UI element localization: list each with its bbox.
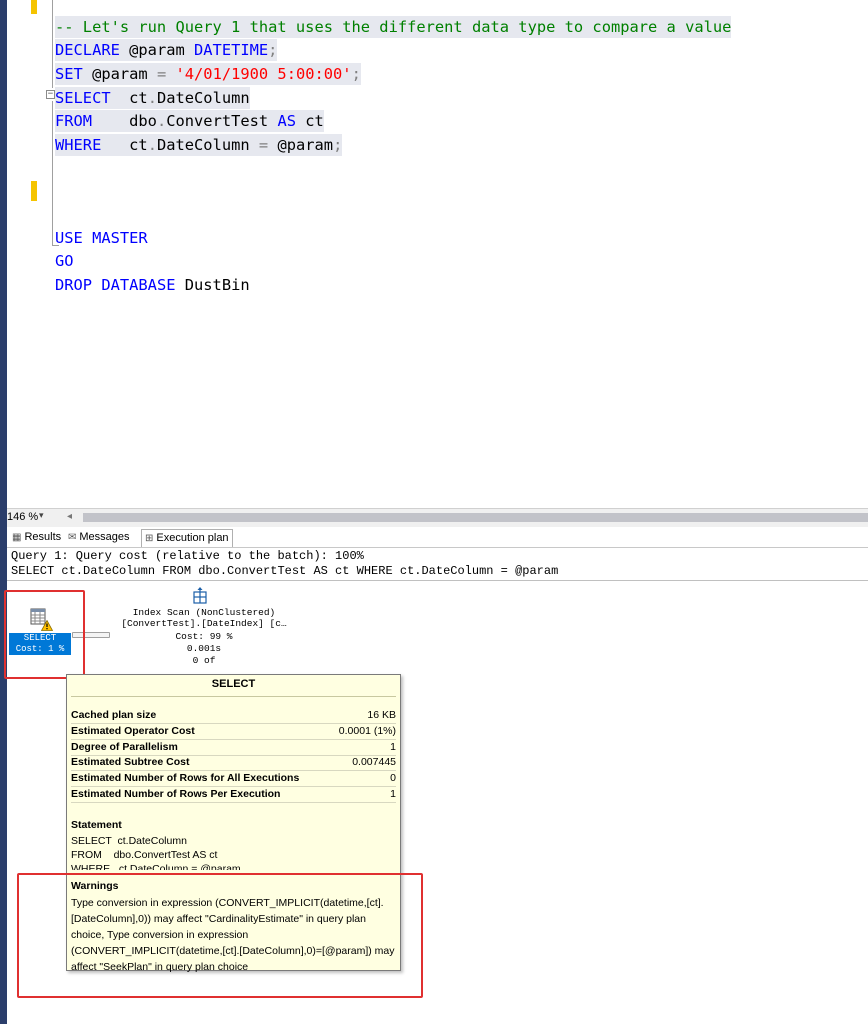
collapse-toggle[interactable]: − [46, 90, 55, 99]
code-token: DECLARE [55, 41, 130, 59]
code-token: @param [129, 41, 195, 59]
tooltip-row-label: Degree of Parallelism [71, 741, 178, 753]
highlight-box-warnings [17, 873, 423, 998]
code-token: SET [55, 65, 93, 83]
code-token: DateColumn [156, 136, 259, 154]
highlight-box-select [4, 590, 85, 679]
code-line[interactable]: DROP DATABASE DustBin [55, 274, 250, 296]
tab-messages[interactable]: ✉ Messages [65, 529, 133, 546]
index-scan-rows: 0 of [192, 655, 216, 666]
code-token: @param [277, 136, 334, 154]
scroll-left-arrow[interactable]: ◂ [67, 511, 72, 522]
code-line[interactable]: FROM dbo.ConvertTest AS ct [55, 110, 324, 132]
code-token: DATETIME [194, 41, 269, 59]
tooltip-row-value: 16 KB [367, 709, 396, 721]
tooltip-row-value: 0.007445 [352, 756, 396, 768]
tooltip-row-label: Estimated Number of Rows for All Executi… [71, 772, 300, 784]
tab-label: Execution plan [156, 532, 229, 544]
statement-heading: Statement [71, 819, 122, 831]
code-token: SELECT [55, 89, 130, 107]
code-token: ct [129, 136, 148, 154]
index-scan-time: 0.001s [186, 643, 222, 654]
code-token: = [156, 65, 176, 83]
code-token: ct [129, 89, 148, 107]
query-editor[interactable]: − -- Let's run Query 1 that uses the dif… [7, 0, 868, 508]
tooltip-row-value: 1 [390, 741, 396, 753]
code-line[interactable]: SET @param = '4/01/1900 5:00:00'; [55, 63, 361, 85]
code-token: ; [268, 41, 278, 59]
tooltip-row: Estimated Number of Rows for All Executi… [71, 771, 396, 787]
code-token: ct [305, 112, 324, 130]
chevron-down-icon[interactable]: ▾ [39, 510, 44, 521]
query-cost-header: Query 1: Query cost (relative to the bat… [11, 549, 364, 563]
tab-label: Messages [79, 531, 130, 543]
tooltip-title: SELECT [211, 678, 256, 690]
code-token: AS [277, 112, 306, 130]
results-tab-strip: ▦ Results ✉ Messages ⊞ Execution plan [7, 527, 868, 548]
code-line[interactable]: DECLARE @param DATETIME; [55, 39, 278, 61]
tooltip-row-value: 0.0001 (1%) [338, 725, 396, 737]
left-window-border [0, 0, 7, 1024]
code-token: ; [351, 65, 361, 83]
query-sql-text: SELECT ct.DateColumn FROM dbo.ConvertTes… [11, 564, 559, 578]
change-marker [31, 181, 37, 201]
tooltip-row: Degree of Parallelism 1 [71, 740, 396, 756]
tab-results[interactable]: ▦ Results [9, 529, 64, 546]
index-scan-label: Index Scan (NonClustered) [132, 607, 276, 618]
change-marker [31, 0, 37, 14]
zoom-scroll-bar: 146 % ▾ ◂ [7, 508, 868, 527]
code-token: . [147, 89, 157, 107]
code-line[interactable]: SELECT ct.DateColumn [55, 87, 250, 109]
code-line[interactable]: USE MASTER [55, 227, 148, 249]
tooltip-row: Estimated Subtree Cost 0.007445 [71, 755, 396, 771]
code-token: USE [55, 229, 93, 247]
code-token: . [147, 136, 157, 154]
code-token: dbo [129, 112, 157, 130]
tooltip-row-label: Estimated Operator Cost [71, 725, 195, 737]
message-icon: ✉ [68, 532, 77, 543]
code-token: WHERE [55, 136, 130, 154]
code-token: @param [92, 65, 157, 83]
tab-execution-plan[interactable]: ⊞ Execution plan [141, 529, 233, 547]
code-token: DustBin [184, 276, 250, 294]
index-scan-icon[interactable] [192, 587, 208, 605]
code-token: DateColumn [156, 89, 250, 107]
tooltip-row-value: 0 [390, 772, 396, 784]
outline-line [52, 0, 53, 88]
code-token: '4/01/1900 5:00:00' [175, 65, 352, 83]
code-token: . [156, 112, 167, 130]
statement-line: WHERE ct.DateColumn = @param [71, 863, 241, 870]
outline-line [52, 101, 53, 246]
zoom-level[interactable]: 146 % [7, 511, 38, 523]
tooltip-row-label: Estimated Subtree Cost [71, 756, 190, 768]
plan-header: Query 1: Query cost (relative to the bat… [7, 548, 868, 581]
statement-line: SELECT ct.DateColumn [71, 835, 187, 847]
index-scan-object: [ConvertTest].[DateIndex] [c… [121, 618, 287, 629]
tooltip-row: Cached plan size 16 KB [71, 708, 396, 724]
code-token: -- Let's run Query 1 that uses the diffe… [55, 18, 732, 36]
index-scan-cost: Cost: 99 % [175, 631, 233, 642]
tab-label: Results [24, 531, 62, 543]
code-token: DROP [55, 276, 102, 294]
plan-icon: ⊞ [145, 533, 154, 544]
code-line[interactable]: -- Let's run Query 1 that uses the diffe… [55, 16, 732, 38]
code-token: MASTER [92, 229, 148, 247]
code-token: DATABASE [101, 276, 185, 294]
code-token: GO [55, 252, 74, 270]
horizontal-scrollbar-thumb[interactable] [83, 513, 868, 522]
code-token: ConvertTest [166, 112, 278, 130]
code-line[interactable]: GO [55, 250, 74, 272]
grid-icon: ▦ [12, 532, 22, 543]
code-token: = [258, 136, 278, 154]
tooltip-row: Estimated Number of Rows Per Execution 1 [71, 787, 396, 803]
code-line[interactable]: WHERE ct.DateColumn = @param; [55, 134, 343, 156]
code-token: FROM [55, 112, 130, 130]
statement-line: FROM dbo.ConvertTest AS ct [71, 849, 218, 861]
tooltip-row-label: Cached plan size [71, 709, 157, 721]
tooltip-row-value: 1 [390, 788, 396, 800]
tooltip-row: Estimated Operator Cost 0.0001 (1%) [71, 724, 396, 740]
tooltip-row-label: Estimated Number of Rows Per Execution [71, 788, 281, 800]
tooltip-divider [71, 696, 396, 697]
code-token: ; [333, 136, 343, 154]
